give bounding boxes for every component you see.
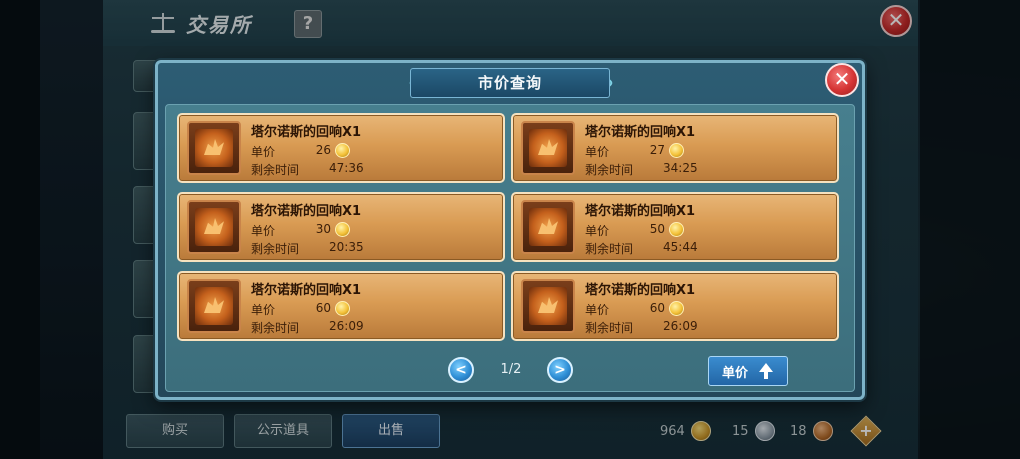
gold-coin-icon xyxy=(669,222,684,237)
price-value: 26 xyxy=(315,143,331,157)
item-name: 塔尔诺斯的回响X1 xyxy=(251,283,362,298)
price-label: 单价 xyxy=(251,145,276,159)
item-name: 塔尔诺斯的回响X1 xyxy=(251,204,362,219)
modal-title: 市价查询 xyxy=(477,74,542,92)
price-value: 30 xyxy=(315,222,331,236)
gold-coin-icon xyxy=(335,301,350,316)
listing-card[interactable]: 塔尔诺斯的回响X1 单价 30 剩余时间 20:35 xyxy=(177,192,505,262)
price-label: 单价 xyxy=(585,224,610,238)
time-remaining-value: 26:09 xyxy=(329,319,364,333)
gold-coin-icon xyxy=(669,143,684,158)
price-label: 单价 xyxy=(585,303,610,317)
sort-arrow-up-icon xyxy=(758,363,774,379)
price-label: 单价 xyxy=(251,303,276,317)
item-name: 塔尔诺斯的回响X1 xyxy=(585,283,696,298)
dragon-icon xyxy=(535,133,561,161)
listing-card[interactable]: 塔尔诺斯的回响X1 单价 26 剩余时间 47:36 xyxy=(177,113,505,183)
next-page-button[interactable]: > xyxy=(547,357,573,383)
dragon-icon xyxy=(535,212,561,240)
gold-coin-icon xyxy=(335,222,350,237)
time-remaining-value: 45:44 xyxy=(663,240,698,254)
item-icon xyxy=(521,200,575,254)
gold-coin-icon xyxy=(335,143,350,158)
item-icon xyxy=(187,279,241,333)
time-remaining-label: 剩余时间 xyxy=(251,242,300,256)
dragon-icon xyxy=(201,133,227,161)
item-icon xyxy=(187,200,241,254)
listing-card[interactable]: 塔尔诺斯的回响X1 单价 50 剩余时间 45:44 xyxy=(511,192,839,262)
item-icon xyxy=(521,121,575,175)
item-name: 塔尔诺斯的回响X1 xyxy=(585,204,696,219)
dragon-icon xyxy=(201,291,227,319)
prev-page-button[interactable]: < xyxy=(448,357,474,383)
time-remaining-value: 47:36 xyxy=(329,161,364,175)
sort-by-price-button[interactable]: 单价 xyxy=(708,356,788,386)
item-icon xyxy=(187,121,241,175)
sort-button-label: 单价 xyxy=(721,365,748,381)
listing-card[interactable]: 塔尔诺斯的回响X1 单价 27 剩余时间 34:25 xyxy=(511,113,839,183)
item-icon xyxy=(521,279,575,333)
time-remaining-label: 剩余时间 xyxy=(585,321,634,335)
time-remaining-value: 26:09 xyxy=(663,319,698,333)
time-remaining-label: 剩余时间 xyxy=(251,163,300,177)
listing-card[interactable]: 塔尔诺斯的回响X1 单价 60 剩余时间 26:09 xyxy=(177,271,505,341)
time-remaining-label: 剩余时间 xyxy=(251,321,300,335)
time-remaining-label: 剩余时间 xyxy=(585,242,634,256)
dragon-icon xyxy=(201,212,227,240)
page-indicator: 1/2 xyxy=(500,362,522,377)
price-value: 60 xyxy=(315,301,331,315)
gold-coin-icon xyxy=(669,301,684,316)
price-label: 单价 xyxy=(585,145,610,159)
time-remaining-label: 剩余时间 xyxy=(585,163,634,177)
price-value: 50 xyxy=(649,222,665,236)
price-value: 60 xyxy=(649,301,665,315)
dragon-icon xyxy=(535,291,561,319)
time-remaining-value: 20:35 xyxy=(329,240,364,254)
listing-card[interactable]: 塔尔诺斯的回响X1 单价 60 剩余时间 26:09 xyxy=(511,271,839,341)
item-name: 塔尔诺斯的回响X1 xyxy=(251,125,362,140)
price-label: 单价 xyxy=(251,224,276,238)
item-name: 塔尔诺斯的回响X1 xyxy=(585,125,696,140)
time-remaining-value: 34:25 xyxy=(663,161,698,175)
price-value: 27 xyxy=(649,143,665,157)
modal-close-button[interactable]: ✕ xyxy=(825,63,859,97)
